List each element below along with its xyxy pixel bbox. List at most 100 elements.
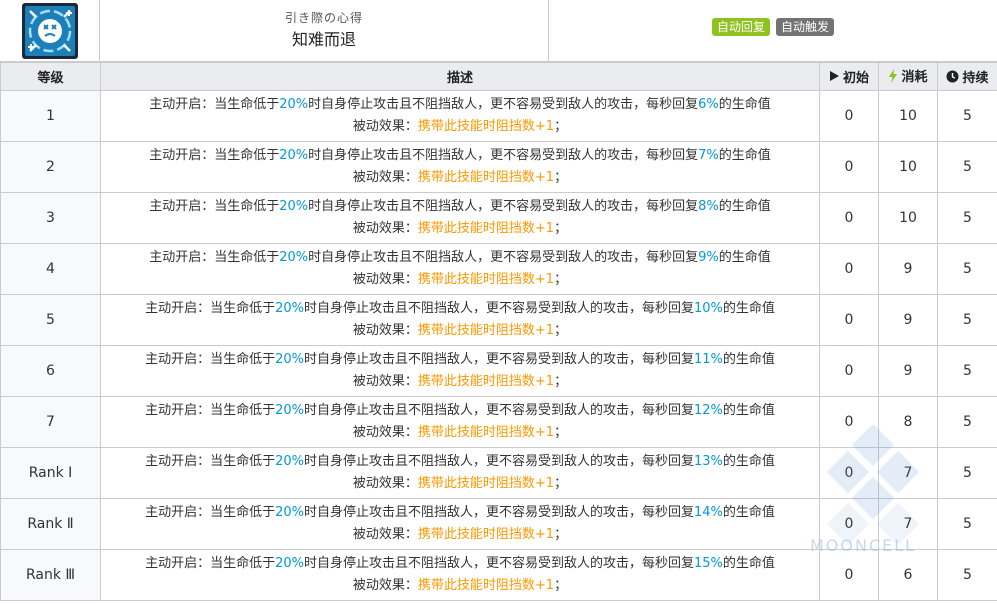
desc-passive-line: 被动效果：携带此技能时阻挡数+1；: [101, 575, 819, 597]
desc-active-b: 时自身停止攻击且不阻挡敌人，更不容易受到敌人的攻击，每秒回复: [308, 250, 699, 265]
desc-active-a: 主动开启：当生命低于: [145, 454, 276, 469]
desc-hp-threshold: 20%: [275, 301, 304, 316]
desc-active-c: 的生命值: [722, 403, 775, 418]
cell-desc: 主动开启：当生命低于20%时自身停止攻击且不阻挡敌人，更不容易受到敌人的攻击，每…: [100, 294, 820, 346]
desc-passive-label: 被动效果：: [352, 170, 418, 185]
header-cost-label: 消耗: [901, 70, 928, 86]
desc-active-c: 的生命值: [718, 250, 771, 265]
cell-initial: 0: [819, 498, 879, 550]
header-initial: 初始: [819, 62, 879, 91]
clock-icon: [946, 70, 959, 82]
cell-level: 5: [0, 294, 101, 346]
desc-passive-end: ；: [554, 425, 568, 440]
desc-passive-label: 被动效果：: [352, 374, 418, 389]
desc-active-b: 时自身停止攻击且不阻挡敌人，更不容易受到敌人的攻击，每秒回复: [308, 97, 699, 112]
desc-active-line: 主动开启：当生命低于20%时自身停止攻击且不阻挡敌人，更不容易受到敌人的攻击，每…: [101, 400, 819, 422]
cell-duration: 5: [937, 396, 997, 448]
desc-active-a: 主动开启：当生命低于: [145, 556, 276, 571]
desc-active-c: 的生命值: [722, 505, 775, 520]
desc-active-line: 主动开启：当生命低于20%时自身停止攻击且不阻挡敌人，更不容易受到敌人的攻击，每…: [101, 502, 819, 524]
desc-passive-end: ；: [554, 323, 568, 338]
skill-page: 引き際の心得 知难而退 自动回复 自动触发 等级 描述 初始 消耗 持续 1 主…: [0, 0, 997, 604]
table-row: Rank Ⅲ 主动开启：当生命低于20%时自身停止攻击且不阻挡敌人，更不容易受到敌…: [0, 549, 997, 601]
desc-active-a: 主动开启：当生命低于: [149, 148, 280, 163]
cell-level: Rank Ⅰ: [0, 447, 101, 499]
desc-hp-threshold: 20%: [279, 199, 309, 214]
desc-passive-label: 被动效果：: [352, 119, 418, 134]
cell-duration: 5: [937, 498, 997, 550]
desc-passive-label: 被动效果：: [352, 272, 418, 287]
cell-duration: 5: [937, 447, 997, 499]
desc-passive-line: 被动效果：携带此技能时阻挡数+1；: [101, 269, 819, 291]
desc-passive-end: ；: [554, 527, 568, 542]
desc-passive-end: ；: [554, 272, 568, 287]
desc-active-c: 的生命值: [722, 301, 775, 316]
cell-cost: 8: [878, 396, 938, 448]
desc-regen-rate: 7%: [698, 148, 719, 163]
desc-passive-end: ；: [554, 374, 568, 389]
desc-passive-line: 被动效果：携带此技能时阻挡数+1；: [101, 116, 819, 138]
desc-passive-label: 被动效果：: [352, 323, 418, 338]
desc-passive-label: 被动效果：: [352, 221, 418, 236]
cell-cost: 7: [878, 498, 938, 550]
cell-initial: 0: [819, 90, 879, 142]
desc-active-b: 时自身停止攻击且不阻挡敌人，更不容易受到敌人的攻击，每秒回复: [308, 199, 699, 214]
desc-passive-line: 被动效果：携带此技能时阻挡数+1；: [101, 422, 819, 444]
desc-regen-rate: 6%: [698, 97, 719, 112]
desc-active-b: 时自身停止攻击且不阻挡敌人，更不容易受到敌人的攻击，每秒回复: [303, 352, 694, 367]
desc-regen-rate: 11%: [694, 352, 723, 367]
desc-regen-rate: 14%: [694, 505, 723, 520]
skill-tags: 自动回复 自动触发: [549, 0, 997, 61]
header-desc: 描述: [100, 62, 820, 91]
desc-passive-end: ；: [554, 170, 568, 185]
cell-level: 7: [0, 396, 101, 448]
desc-active-line: 主动开启：当生命低于20%时自身停止攻击且不阻挡敌人，更不容易受到敌人的攻击，每…: [101, 196, 819, 218]
desc-active-a: 主动开启：当生命低于: [145, 403, 276, 418]
cell-desc: 主动开启：当生命低于20%时自身停止攻击且不阻挡敌人，更不容易受到敌人的攻击，每…: [100, 396, 820, 448]
cell-level: 3: [0, 192, 101, 244]
desc-passive-effect: 携带此技能时阻挡数+1: [417, 527, 555, 542]
desc-active-line: 主动开启：当生命低于20%时自身停止攻击且不阻挡敌人，更不容易受到敌人的攻击，每…: [101, 553, 819, 575]
desc-passive-line: 被动效果：携带此技能时阻挡数+1；: [101, 167, 819, 189]
desc-passive-effect: 携带此技能时阻挡数+1: [417, 374, 555, 389]
desc-active-line: 主动开启：当生命低于20%时自身停止攻击且不阻挡敌人，更不容易受到敌人的攻击，每…: [101, 298, 819, 320]
desc-hp-threshold: 20%: [275, 403, 304, 418]
cell-cost: 9: [878, 345, 938, 397]
header-duration-label: 持续: [962, 70, 989, 86]
desc-passive-line: 被动效果：携带此技能时阻挡数+1；: [101, 320, 819, 342]
tag-auto-trigger: 自动触发: [776, 18, 835, 36]
desc-active-a: 主动开启：当生命低于: [149, 250, 280, 265]
play-icon: [829, 71, 839, 82]
table-row: 5 主动开启：当生命低于20%时自身停止攻击且不阻挡敌人，更不容易受到敌人的攻击，…: [0, 294, 997, 346]
table-row: Rank Ⅱ 主动开启：当生命低于20%时自身停止攻击且不阻挡敌人，更不容易受到敌…: [0, 498, 997, 550]
desc-regen-rate: 8%: [698, 199, 719, 214]
cell-initial: 0: [819, 396, 879, 448]
desc-passive-end: ；: [554, 221, 568, 236]
cell-duration: 5: [937, 90, 997, 142]
desc-regen-rate: 13%: [694, 454, 723, 469]
table-row: 7 主动开启：当生命低于20%时自身停止攻击且不阻挡敌人，更不容易受到敌人的攻击，…: [0, 396, 997, 448]
desc-hp-threshold: 20%: [275, 352, 304, 367]
cell-duration: 5: [937, 294, 997, 346]
cell-cost: 6: [878, 549, 938, 601]
desc-passive-line: 被动效果：携带此技能时阻挡数+1；: [101, 218, 819, 240]
desc-active-a: 主动开启：当生命低于: [145, 505, 276, 520]
header-cost: 消耗: [878, 62, 938, 91]
table-header-row: 等级 描述 初始 消耗 持续: [0, 62, 997, 91]
cell-level: Rank Ⅱ: [0, 498, 101, 550]
desc-passive-effect: 携带此技能时阻挡数+1: [417, 476, 555, 491]
desc-hp-threshold: 20%: [275, 505, 304, 520]
cell-level: 4: [0, 243, 101, 295]
cell-desc: 主动开启：当生命低于20%时自身停止攻击且不阻挡敌人，更不容易受到敌人的攻击，每…: [100, 90, 820, 142]
cell-desc: 主动开启：当生命低于20%时自身停止攻击且不阻挡敌人，更不容易受到敌人的攻击，每…: [100, 243, 820, 295]
desc-passive-line: 被动效果：携带此技能时阻挡数+1；: [101, 371, 819, 393]
cell-cost: 10: [878, 141, 938, 193]
desc-active-c: 的生命值: [722, 556, 775, 571]
tag-auto-recovery: 自动回复: [711, 18, 770, 36]
table-row: 4 主动开启：当生命低于20%时自身停止攻击且不阻挡敌人，更不容易受到敌人的攻击，…: [0, 243, 997, 295]
table-row: 2 主动开启：当生命低于20%时自身停止攻击且不阻挡敌人，更不容易受到敌人的攻击，…: [0, 141, 997, 193]
cell-desc: 主动开启：当生命低于20%时自身停止攻击且不阻挡敌人，更不容易受到敌人的攻击，每…: [100, 498, 820, 550]
header-duration: 持续: [937, 62, 997, 91]
cell-initial: 0: [819, 447, 879, 499]
desc-passive-end: ；: [554, 578, 568, 593]
